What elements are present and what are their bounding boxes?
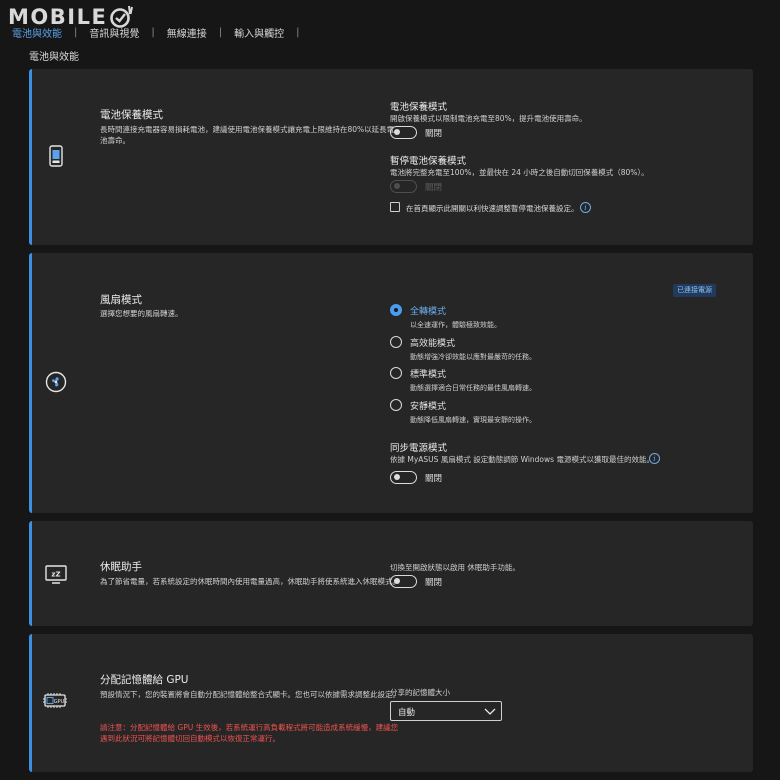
gpu-card-title: 分配記憶體給 GPU xyxy=(100,674,189,686)
battery-card-description: 長時間連接充電器容易損耗電池，建議使用電池保養模式讓充電上限維持在80%以延長電… xyxy=(100,125,395,145)
shortcut-checkbox[interactable] xyxy=(390,202,400,212)
fan-icon xyxy=(45,371,67,393)
gpu-icon-text: GPU xyxy=(54,699,65,705)
sleep-toggle-description: 切換至開啟狀態以啟用 休眠助手功能。 xyxy=(390,563,520,572)
fan-mode-card: 風扇模式 選擇您想要的風扇轉速。 已連接電源 全轉模式 以全速運作，體驗極致效能… xyxy=(29,253,753,513)
pause-mode-toggle-label: 關閉 xyxy=(425,183,443,193)
shortcut-checkbox-label: 在首頁顯示此開關以利快速調整暫停電池保養設定。 xyxy=(406,204,579,213)
fan-option-whisper-radio[interactable] xyxy=(390,399,402,411)
shared-memory-select[interactable]: 自動 xyxy=(390,701,502,721)
sleep-monitor-icon: zZ xyxy=(45,565,67,584)
toggle-knob xyxy=(393,474,400,481)
fan-option-whisper-label[interactable]: 安靜模式 xyxy=(410,399,446,412)
fan-option-whisper-description: 動態降低風扇轉速，實現最安靜的操作。 xyxy=(410,416,536,424)
tab-separator: | xyxy=(74,26,78,38)
battery-care-card: 電池保養模式 長時間連接充電器容易損耗電池，建議使用電池保養模式讓充電上限維持在… xyxy=(29,69,753,245)
shared-memory-label: 分享的記憶體大小 xyxy=(390,688,450,697)
fan-option-standard-radio[interactable] xyxy=(390,367,402,379)
sync-power-toggle[interactable] xyxy=(390,471,417,484)
tab-wireless[interactable]: 無線連接 xyxy=(167,25,207,40)
sleep-card-title: 休眠助手 xyxy=(100,561,142,573)
tab-input-touch[interactable]: 輸入與觸控 xyxy=(234,25,284,40)
battery-card-title: 電池保養模式 xyxy=(100,109,163,121)
fan-card-title: 風扇模式 xyxy=(100,294,142,306)
fan-option-performance-radio[interactable] xyxy=(390,336,402,348)
sleep-assistant-card: zZ 休眠助手 為了節省電量，若系統設定的休眠時間內使用電量過高，休眠助手將使系… xyxy=(29,521,753,626)
toggle-knob xyxy=(393,183,400,190)
gpu-card-description: 預設情況下，您的裝置將會自動分配記憶體給整合式顯卡。您也可以依據需求調整此設定。 xyxy=(100,690,400,699)
fan-card-description: 選擇您想要的風扇轉速。 xyxy=(100,309,183,318)
tab-separator: | xyxy=(151,26,155,38)
fan-option-standard-description: 動態選擇適合日常任務的最佳風扇轉速。 xyxy=(410,384,536,392)
pause-mode-toggle xyxy=(390,180,417,193)
power-connected-badge: 已連接電源 xyxy=(673,284,716,297)
gpu-warning-text: 請注意：分配記憶體給 GPU 生效後，若系統運行高負載程式將可能造成系統緩慢，建… xyxy=(100,723,399,743)
sleep-toggle-label: 關閉 xyxy=(425,578,443,588)
fan-option-full-speed-radio[interactable] xyxy=(390,304,402,316)
gpu-memory-card: GPU 分配記憶體給 GPU 預設情況下，您的裝置將會自動分配記憶體給整合式顯卡… xyxy=(29,634,753,772)
shared-memory-select-value: 自動 xyxy=(398,708,416,718)
sync-power-toggle-label: 關閉 xyxy=(425,474,443,484)
fan-option-full-speed-label[interactable]: 全轉模式 xyxy=(410,304,446,317)
care-mode-description: 開啟保養模式以限制電池充電至80%，提升電池使用壽命。 xyxy=(390,114,587,123)
fan-option-performance-label[interactable]: 高效能模式 xyxy=(410,336,455,349)
fan-option-performance-description: 動態增強冷卻效能以應對最嚴苛的任務。 xyxy=(410,353,536,361)
tab-bar: 電池與效能 | 音訊與視覺 | 無線連接 | 輸入與觸控 | xyxy=(12,24,312,40)
sleep-assistant-toggle[interactable] xyxy=(390,575,417,588)
tab-audio-visual[interactable]: 音訊與視覺 xyxy=(89,25,139,40)
toggle-knob xyxy=(393,129,400,136)
top-bar: MOBILE 電池與效能 | 音訊與視覺 | 無線連接 | 輸入與觸控 | xyxy=(0,0,780,40)
radio-dot xyxy=(393,307,398,312)
sleep-icon-text: zZ xyxy=(51,571,60,579)
gpu-memory-icon: GPU xyxy=(43,693,67,708)
tab-separator: | xyxy=(296,26,300,38)
sync-power-title: 同步電源模式 xyxy=(390,443,448,454)
info-icon[interactable]: i xyxy=(649,453,660,464)
pause-mode-description: 電池將完整充電至100%，並最快在 24 小時之後自動切回保養模式（80%）。 xyxy=(390,168,649,177)
page-title: 電池與效能 xyxy=(29,52,79,63)
care-mode-title: 電池保養模式 xyxy=(390,102,448,113)
care-mode-toggle[interactable] xyxy=(390,126,417,139)
info-icon[interactable]: i xyxy=(580,202,591,213)
fan-option-full-speed-description: 以全速運作，體驗極致效能。 xyxy=(410,321,501,329)
sleep-card-description: 為了節省電量，若系統設定的休眠時間內使用電量過高，休眠助手將使系統進入休眠模式。 xyxy=(100,577,400,586)
battery-icon xyxy=(49,145,63,167)
pause-mode-title: 暫停電池保養模式 xyxy=(390,156,467,167)
sync-power-description: 依據 MyASUS 風扇模式 設定動態調節 Windows 電源模式以獲取最佳的… xyxy=(390,455,654,464)
care-mode-toggle-label: 關閉 xyxy=(425,129,443,139)
fan-option-standard-label[interactable]: 標準模式 xyxy=(410,367,446,380)
toggle-knob xyxy=(393,578,400,585)
chevron-down-icon xyxy=(484,708,496,715)
tab-battery-performance[interactable]: 電池與效能 xyxy=(12,25,62,40)
tab-separator: | xyxy=(218,26,223,38)
